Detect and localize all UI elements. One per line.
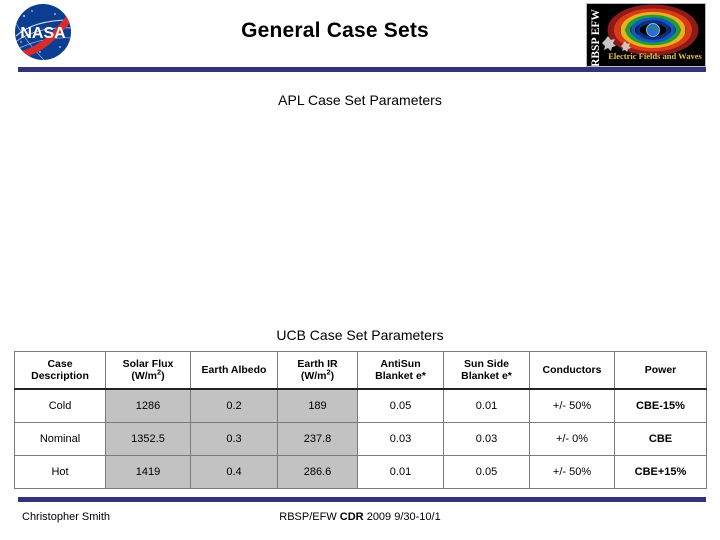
- cell-sun-side-blanket: 0.05: [443, 455, 530, 489]
- nasa-meatball-icon: NASA: [10, 2, 76, 64]
- column-header-case-description: Case Description: [14, 351, 106, 390]
- cell-solar-flux: 1286: [105, 388, 191, 423]
- ucb-table-container: Case Description Solar Flux (W/m2) Earth…: [14, 351, 707, 489]
- ucb-section-heading: UCB Case Set Parameters: [276, 327, 444, 343]
- efw-caption: Electric Fields and Waves: [608, 51, 702, 61]
- footer-meta-review: CDR: [339, 511, 364, 523]
- ucb-case-table: Case Description Solar Flux (W/m2) Earth…: [14, 351, 707, 489]
- cell-earth-albedo: 0.2: [190, 388, 278, 423]
- slide-canvas: NASA General Case Sets RBSP EFW Electric…: [0, 0, 720, 540]
- earth-ir-unit: (W/m2): [300, 367, 335, 382]
- footer-meta-prefix: RBSP/EFW: [279, 511, 340, 523]
- cell-solar-flux: 1352.5: [105, 422, 191, 456]
- cell-sun-side-blanket: 0.01: [443, 388, 530, 423]
- cell-antisun-blanket: 0.05: [357, 388, 444, 423]
- solar-flux-unit: (W/m2): [131, 367, 165, 382]
- footer-meta-suffix: 2009 9/30-10/1: [363, 511, 441, 523]
- cell-power: CBE: [614, 422, 707, 456]
- column-header-earth-albedo: Earth Albedo: [190, 351, 278, 390]
- cell-earth-albedo: 0.3: [190, 422, 278, 456]
- cell-power: CBE-15%: [614, 388, 707, 423]
- table-header-row: Case Description Solar Flux (W/m2) Earth…: [14, 351, 707, 390]
- footer-divider: [18, 497, 706, 502]
- footer-meta: RBSP/EFW CDR 2009 9/30-10/1: [0, 511, 720, 523]
- table-row: Hot 1419 0.4 286.6 0.01 0.05 +/- 50% CBE…: [14, 455, 707, 489]
- nasa-wordmark: NASA: [20, 25, 66, 42]
- apl-table-placeholder: [14, 120, 706, 310]
- cell-conductors: +/- 0%: [529, 422, 615, 456]
- cell-earth-ir: 237.8: [277, 422, 358, 456]
- cell-earth-ir: 189: [277, 388, 358, 423]
- cell-case-description: Nominal: [14, 422, 106, 456]
- cell-solar-flux: 1419: [105, 455, 191, 489]
- cell-earth-albedo: 0.4: [190, 455, 278, 489]
- apl-section-heading: APL Case Set Parameters: [278, 92, 442, 108]
- cell-case-description: Hot: [14, 455, 106, 489]
- cell-sun-side-blanket: 0.03: [443, 422, 530, 456]
- column-header-solar-flux: Solar Flux (W/m2): [105, 351, 191, 390]
- cell-antisun-blanket: 0.01: [357, 455, 444, 489]
- column-header-sun-side-blanket: Sun Side Blanket e*: [443, 351, 530, 390]
- rbsp-efw-logo: RBSP EFW Electric Fields and Waves: [586, 3, 706, 67]
- cell-case-description: Cold: [14, 388, 106, 423]
- cell-antisun-blanket: 0.03: [357, 422, 444, 456]
- cell-conductors: +/- 50%: [529, 455, 615, 489]
- slide-title: General Case Sets: [241, 19, 429, 42]
- column-header-earth-ir: Earth IR (W/m2): [277, 351, 358, 390]
- cell-earth-ir: 286.6: [277, 455, 358, 489]
- table-row: Cold 1286 0.2 189 0.05 0.01 +/- 50% CBE-…: [14, 388, 707, 423]
- table-row: Nominal 1352.5 0.3 237.8 0.03 0.03 +/- 0…: [14, 422, 707, 456]
- cell-power: CBE+15%: [614, 455, 707, 489]
- header-divider: [18, 67, 706, 72]
- column-header-power: Power: [614, 351, 707, 390]
- column-header-antisun-blanket: AntiSun Blanket e*: [357, 351, 444, 390]
- cell-conductors: +/- 50%: [529, 388, 615, 423]
- efw-vertical-text: RBSP EFW: [590, 9, 602, 66]
- column-header-conductors: Conductors: [529, 351, 615, 390]
